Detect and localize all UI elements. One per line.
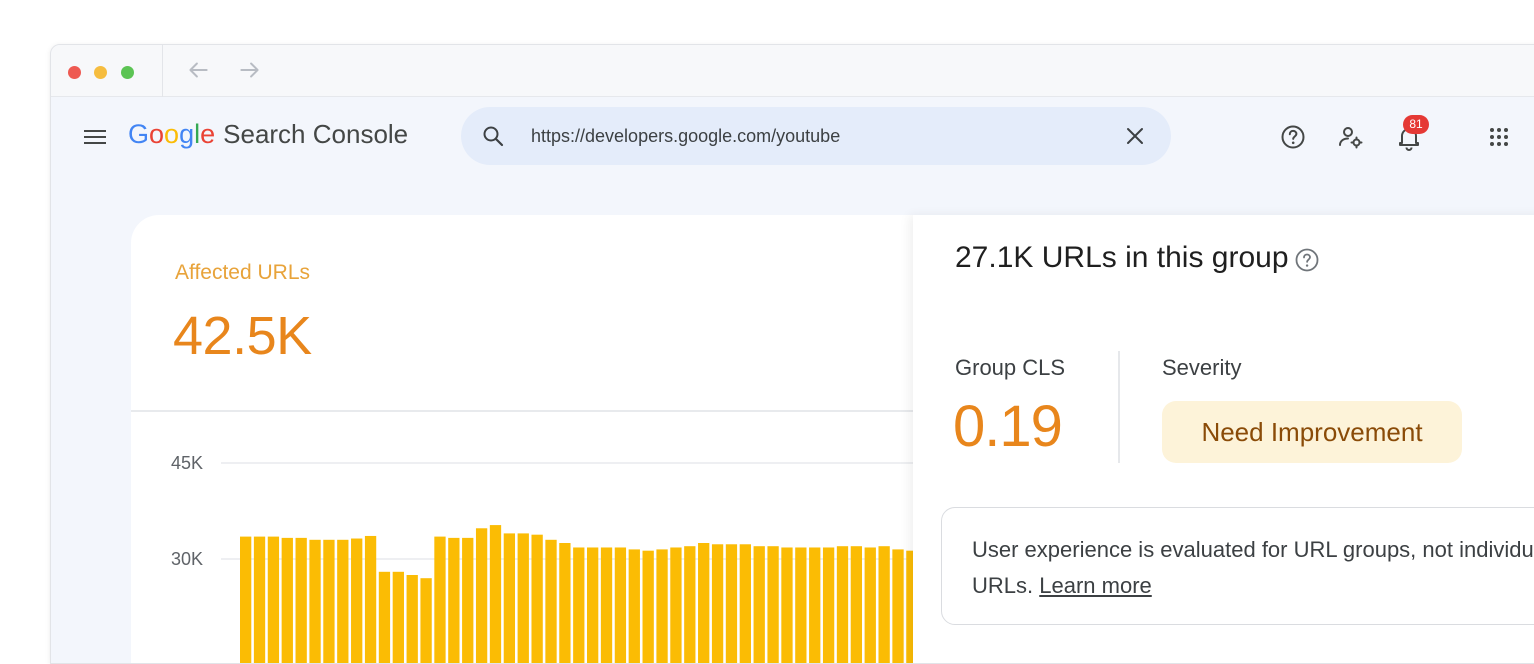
- chart-bar: [364, 535, 377, 663]
- chart-bar: [545, 539, 557, 663]
- logo-letter: g: [179, 119, 195, 149]
- chart-bar: [795, 547, 807, 663]
- apps-grid-icon[interactable]: [1485, 123, 1513, 151]
- chart-bar: [337, 539, 349, 663]
- logo-letter: o: [149, 119, 165, 149]
- chart-bar: [600, 547, 613, 663]
- chart-bar: [628, 549, 640, 663]
- chart-bar: [573, 547, 585, 663]
- titlebar-divider: [162, 45, 163, 97]
- chart-bar: [781, 547, 793, 663]
- chart-bar: [489, 525, 502, 663]
- group-cls-label: Group CLS: [955, 355, 1066, 380]
- chart-bar: [448, 537, 460, 663]
- learn-more-link[interactable]: Learn more: [1039, 573, 1152, 598]
- help-icon[interactable]: [1294, 247, 1320, 273]
- severity-label: Severity: [1162, 355, 1242, 380]
- affected-urls-card: Affected URLs 42.5K 45K 30K: [131, 215, 931, 663]
- maximize-window-button[interactable]: [121, 66, 134, 79]
- chart-bar: [531, 534, 543, 663]
- severity-chip: Need Improvement: [1162, 401, 1462, 463]
- browser-window: Google Search Console https://developers…: [50, 44, 1534, 664]
- google-search-console-logo[interactable]: Google Search Console: [128, 119, 408, 159]
- chart-bar: [809, 547, 821, 663]
- chart-bar: [836, 546, 849, 663]
- product-name: Search Console: [223, 119, 409, 149]
- chart-bar: [864, 547, 876, 663]
- y-tick-label: 30K: [171, 549, 203, 569]
- google-wordmark: Google: [128, 119, 215, 150]
- chart-bar: [878, 546, 890, 663]
- chart-bar: [725, 544, 738, 663]
- arrow-right-icon[interactable]: [237, 57, 263, 83]
- chart-bar: [434, 536, 446, 663]
- chart-bar: [739, 544, 751, 663]
- search-icon: [483, 126, 504, 147]
- chart-bar: [267, 536, 280, 663]
- manage-users-icon[interactable]: [1337, 123, 1365, 151]
- chart-bar: [309, 539, 321, 663]
- chart-bar: [711, 544, 724, 663]
- minimize-window-button[interactable]: [94, 66, 107, 79]
- info-box: User experience is evaluated for URL gro…: [941, 507, 1534, 625]
- chart-bar: [892, 549, 904, 663]
- chart-bar: [378, 571, 391, 663]
- logo-letter: G: [128, 119, 150, 149]
- y-tick-label: 45K: [171, 453, 203, 473]
- menu-icon[interactable]: [83, 127, 107, 147]
- app-header: Google Search Console https://developers…: [51, 97, 1534, 177]
- chart-bar: [351, 538, 363, 663]
- chart-bar: [503, 533, 516, 663]
- chart-bar: [323, 539, 335, 663]
- affected-urls-label: Affected URLs: [175, 261, 311, 284]
- chart-bar: [684, 546, 696, 663]
- metric-divider: [1118, 351, 1120, 463]
- chart-bar: [281, 537, 293, 663]
- group-cls-value: 0.19: [953, 394, 1063, 459]
- chart-bar: [406, 575, 418, 663]
- chart-bar: [614, 547, 627, 663]
- chart-bar: [822, 547, 835, 663]
- chart-bar: [517, 533, 529, 663]
- chart-bar: [587, 547, 599, 663]
- chart-bar: [656, 549, 668, 663]
- chart-bar: [240, 536, 252, 663]
- chart-bar: [295, 537, 307, 663]
- search-input[interactable]: https://developers.google.com/youtube: [531, 126, 840, 147]
- chart-bar: [420, 578, 432, 663]
- chart-bar: [767, 546, 779, 663]
- chart-bar: [698, 543, 710, 663]
- card-divider: [131, 410, 931, 412]
- info-text: User experience is evaluated for URL gro…: [972, 532, 1534, 604]
- chart-bar: [462, 537, 474, 663]
- notification-badge: 81: [1403, 115, 1429, 134]
- affected-urls-chart: 45K 30K: [171, 453, 931, 663]
- chart-bar: [753, 546, 765, 663]
- panel-title: 27.1K URLs in this group: [955, 241, 1289, 274]
- url-group-panel: 27.1K URLs in this group Group CLS 0.19 …: [913, 215, 1534, 663]
- logo-letter: o: [164, 119, 180, 149]
- url-inspection-search[interactable]: https://developers.google.com/youtube: [461, 107, 1171, 165]
- chart-bar: [559, 543, 571, 663]
- chart-bar: [475, 528, 488, 663]
- logo-letter: e: [200, 119, 216, 149]
- chart-bar: [850, 546, 863, 663]
- close-window-button[interactable]: [68, 66, 81, 79]
- affected-urls-value: 42.5K: [173, 306, 312, 366]
- arrow-left-icon[interactable]: [185, 57, 211, 83]
- chart-bar: [670, 547, 682, 663]
- browser-titlebar: [51, 45, 1534, 97]
- help-icon[interactable]: [1279, 123, 1307, 151]
- chart-bar: [642, 550, 654, 663]
- chart-bar: [392, 571, 404, 663]
- chart-bar: [253, 536, 266, 663]
- close-icon[interactable]: [1123, 124, 1147, 148]
